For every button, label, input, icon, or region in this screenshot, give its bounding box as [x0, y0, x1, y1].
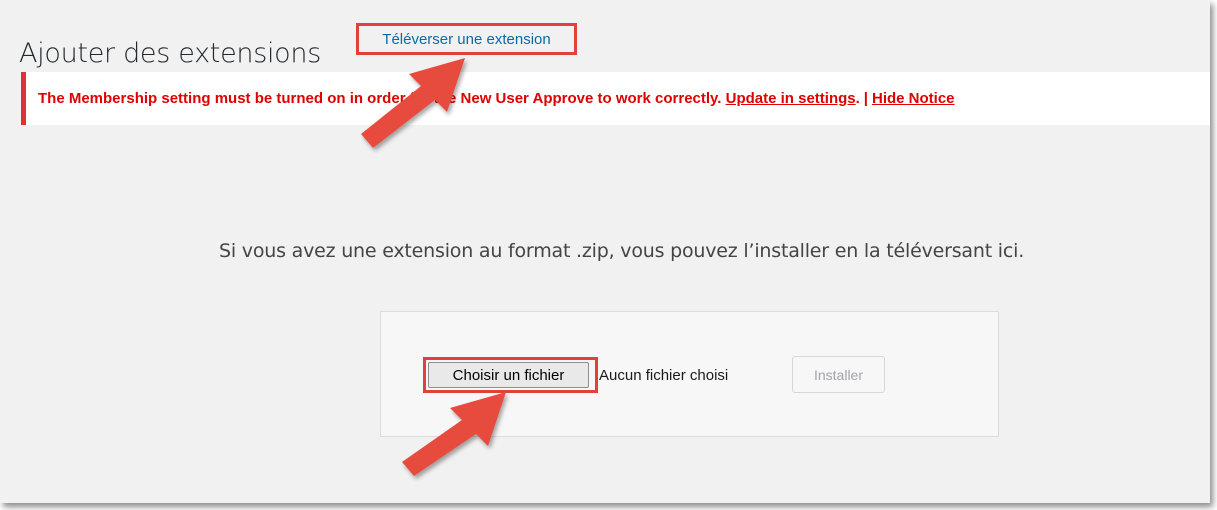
update-settings-link[interactable]: Update in settings — [726, 90, 856, 107]
upload-plugin-link[interactable]: Téléverser une extension — [382, 31, 550, 48]
notice-period: . — [855, 90, 860, 107]
error-notice: The Membership setting must be turned on… — [21, 72, 1210, 125]
arrow-pointer-icon — [402, 392, 506, 476]
choose-file-button[interactable]: Choisir un fichier — [428, 362, 589, 388]
notice-separator: | — [863, 90, 868, 107]
install-button[interactable]: Installer — [792, 356, 885, 393]
file-status-text: Aucun fichier choisi — [599, 367, 729, 384]
admin-screen: Ajouter des extensions Téléverser une ex… — [0, 0, 1210, 503]
hide-notice-link[interactable]: Hide Notice — [872, 90, 955, 107]
arrow-pointer-icon — [361, 58, 465, 148]
page-title: Ajouter des extensions — [19, 38, 321, 70]
upload-help-text: Si vous avez une extension au format .zi… — [219, 240, 1025, 262]
